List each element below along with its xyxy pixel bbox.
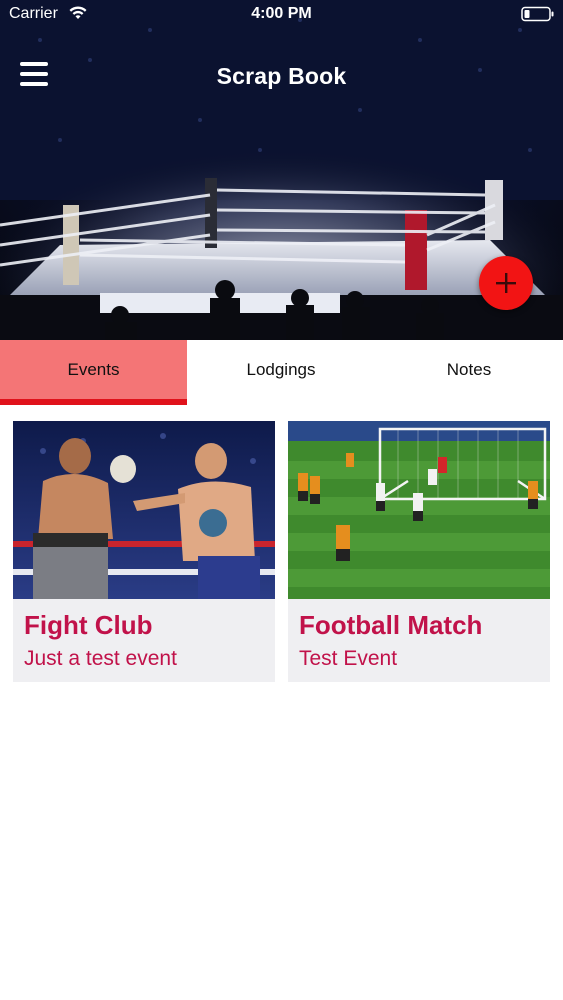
tab-lodgings[interactable]: Lodgings [187, 340, 375, 400]
status-time: 4:00 PM [251, 5, 312, 22]
boxing-match-photo [13, 421, 275, 599]
status-bar: Carrier 4:00 PM [0, 0, 563, 30]
tab-bar: Events Lodgings Notes [0, 340, 563, 406]
tab-notes[interactable]: Notes [375, 340, 563, 400]
add-event-button[interactable] [479, 256, 533, 310]
event-title: Football Match [299, 610, 483, 640]
tab-lodgings-label: Lodgings [246, 360, 316, 379]
navigation-bar: Scrap Book [0, 52, 563, 102]
header-hero: Carrier 4:00 PM Scrap Book [0, 0, 563, 340]
battery-icon [521, 6, 554, 22]
event-card-football-match[interactable]: Football Match Test Event [288, 421, 550, 682]
boxing-ring-background-image [0, 0, 563, 340]
tab-events[interactable]: Events [0, 340, 187, 400]
tab-events-label: Events [67, 360, 120, 379]
tab-notes-label: Notes [446, 360, 492, 379]
event-subtitle: Just a test event [24, 647, 177, 670]
page-title: Scrap Book [216, 63, 347, 89]
event-subtitle: Test Event [299, 647, 398, 670]
event-card-fight-club[interactable]: Fight Club Just a test event [13, 421, 275, 682]
plus-icon [496, 273, 516, 293]
football-match-photo [288, 421, 550, 599]
active-tab-indicator [0, 399, 187, 405]
event-title: Fight Club [24, 610, 153, 640]
